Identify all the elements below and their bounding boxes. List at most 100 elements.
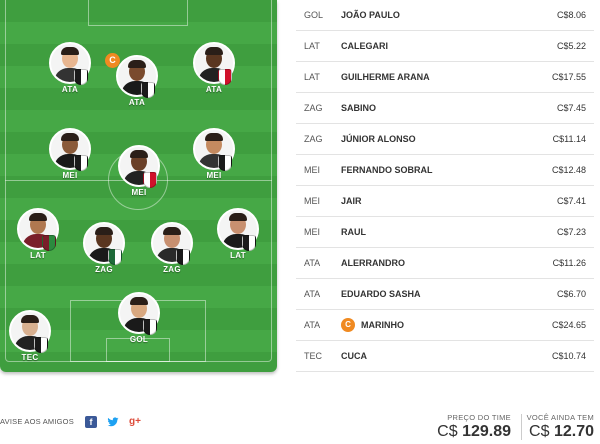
player-position: ATA [61, 85, 79, 94]
twitter-icon[interactable] [107, 416, 119, 428]
player-position: LAT [30, 251, 46, 260]
row-position: LAT [304, 72, 320, 82]
row-player-name: SABINO [341, 103, 377, 113]
row-position: GOL [304, 10, 324, 20]
field-player-2[interactable]: ATA C [105, 53, 167, 107]
player-position: MEI [62, 171, 78, 180]
club-badge-icon [176, 249, 190, 265]
player-position: LAT [230, 251, 246, 260]
player-position: ZAG [163, 265, 181, 274]
row-player-name: RAUL [341, 227, 366, 237]
club-badge-icon [42, 235, 56, 251]
lineup-row[interactable]: GOL JOÃO PAULO C$8.06 [296, 0, 594, 31]
row-player-name: CALEGARI [341, 41, 388, 51]
row-price: C$11.14 [552, 134, 586, 144]
club-badge-icon [143, 319, 157, 335]
field-player-6[interactable]: MEI [184, 128, 244, 180]
team-price-value: C$ 129.89 [437, 423, 511, 441]
player-position: TEC [21, 353, 39, 362]
lineup-row[interactable]: MEI JAIR C$7.41 [296, 186, 594, 217]
field-player-12[interactable]: TEC [0, 310, 60, 362]
row-position: ZAG [304, 134, 323, 144]
row-player-name: EDUARDO SASHA [341, 289, 421, 299]
captain-badge: C [105, 53, 120, 68]
field-player-3[interactable]: ATA [184, 42, 244, 94]
club-badge-icon [34, 337, 48, 353]
field-player-11[interactable]: GOL [109, 292, 169, 344]
field-player-10[interactable]: LAT [208, 208, 268, 260]
player-position: ATA [205, 85, 223, 94]
row-player-name: MARINHO [361, 320, 404, 330]
row-position: LAT [304, 41, 320, 51]
row-player-name: CUCA [341, 351, 367, 361]
lineup-row[interactable]: LAT CALEGARI C$5.22 [296, 31, 594, 62]
lineup-row[interactable]: ZAG JÚNIOR ALONSO C$11.14 [296, 124, 594, 155]
player-position: ZAG [95, 265, 113, 274]
field-player-1[interactable]: ATA [40, 42, 100, 94]
player-position: MEI [131, 188, 147, 197]
lineup-screen: ATA ATA C ATA MEI MEI MEI LAT ZAG ZAG LAT GOL TEC GO… [0, 0, 600, 444]
row-position: ATA [304, 289, 321, 299]
row-price: C$8.06 [556, 10, 586, 20]
club-badge-icon [218, 69, 232, 85]
row-player-name: JOÃO PAULO [341, 10, 400, 20]
field-player-7[interactable]: LAT [8, 208, 68, 260]
lineup-row[interactable]: MEI RAUL C$7.23 [296, 217, 594, 248]
row-price: C$7.45 [556, 103, 586, 113]
remaining-block: VOCÊ AINDA TEM C$ 12.70 [527, 413, 594, 441]
club-badge-icon [141, 82, 155, 98]
row-player-name: GUILHERME ARANA [341, 72, 430, 82]
remaining-label: VOCÊ AINDA TEM [526, 413, 594, 422]
row-position: MEI [304, 196, 321, 206]
share-label: AVISE AOS AMIGOS [0, 417, 74, 426]
row-player-name: JAIR [341, 196, 362, 206]
lineup-row[interactable]: ZAG SABINO C$7.45 [296, 93, 594, 124]
team-price-amount: 129.89 [462, 423, 511, 440]
field-player-9[interactable]: ZAG [142, 222, 202, 274]
row-price: C$11.26 [552, 258, 586, 268]
lineup-row[interactable]: LAT GUILHERME ARANA C$17.55 [296, 62, 594, 93]
club-badge-icon [242, 235, 256, 251]
row-price: C$5.22 [556, 41, 586, 51]
row-price: C$17.55 [551, 72, 586, 82]
googleplus-icon[interactable]: g+ [129, 416, 141, 428]
soccer-field: ATA ATA C ATA MEI MEI MEI LAT ZAG ZAG LAT GOL TEC [0, 0, 277, 372]
lineup-row[interactable]: ATA C MARINHO C$24.65 [296, 310, 594, 341]
row-player-name: JÚNIOR ALONSO [341, 134, 416, 144]
field-player-4[interactable]: MEI [40, 128, 100, 180]
row-position: ATA [304, 320, 321, 330]
club-badge-icon [74, 69, 88, 85]
lineup-list: GOL JOÃO PAULO C$8.06 LAT CALEGARI C$5.22 LAT G… [296, 0, 594, 372]
row-position: TEC [304, 351, 322, 361]
player-position: GOL [129, 335, 149, 344]
row-position: ATA [304, 258, 321, 268]
team-price-block: PREÇO DO TIME C$ 129.89 [437, 413, 511, 441]
lineup-row[interactable]: TEC CUCA C$10.74 [296, 341, 594, 372]
remaining-value: C$ 12.70 [527, 423, 594, 441]
captain-badge: C [341, 318, 355, 332]
player-position: MEI [206, 171, 222, 180]
club-badge-icon [218, 155, 232, 171]
row-price: C$12.48 [551, 165, 586, 175]
row-player-name: FERNANDO SOBRAL [341, 165, 433, 175]
row-player-name: ALERRANDRO [341, 258, 405, 268]
footer-divider [521, 414, 522, 440]
row-price: C$24.65 [551, 320, 586, 330]
team-price-currency: C$ [437, 423, 458, 440]
row-position: MEI [304, 165, 321, 175]
lineup-row[interactable]: ATA EDUARDO SASHA C$6.70 [296, 279, 594, 310]
row-position: ZAG [304, 103, 323, 113]
top-penalty-box [88, 0, 188, 26]
row-price: C$7.41 [556, 196, 586, 206]
lineup-row[interactable]: ATA ALERRANDRO C$11.26 [296, 248, 594, 279]
row-price: C$7.23 [556, 227, 586, 237]
row-price: C$6.70 [556, 289, 586, 299]
club-badge-icon [74, 155, 88, 171]
field-player-5[interactable]: MEI [109, 145, 169, 197]
lineup-row[interactable]: MEI FERNANDO SOBRAL C$12.48 [296, 155, 594, 186]
field-player-8[interactable]: ZAG [74, 222, 134, 274]
facebook-icon[interactable]: f [85, 416, 97, 428]
remaining-amount: 12.70 [553, 423, 594, 440]
row-price: C$10.74 [551, 351, 586, 361]
row-position: MEI [304, 227, 321, 237]
